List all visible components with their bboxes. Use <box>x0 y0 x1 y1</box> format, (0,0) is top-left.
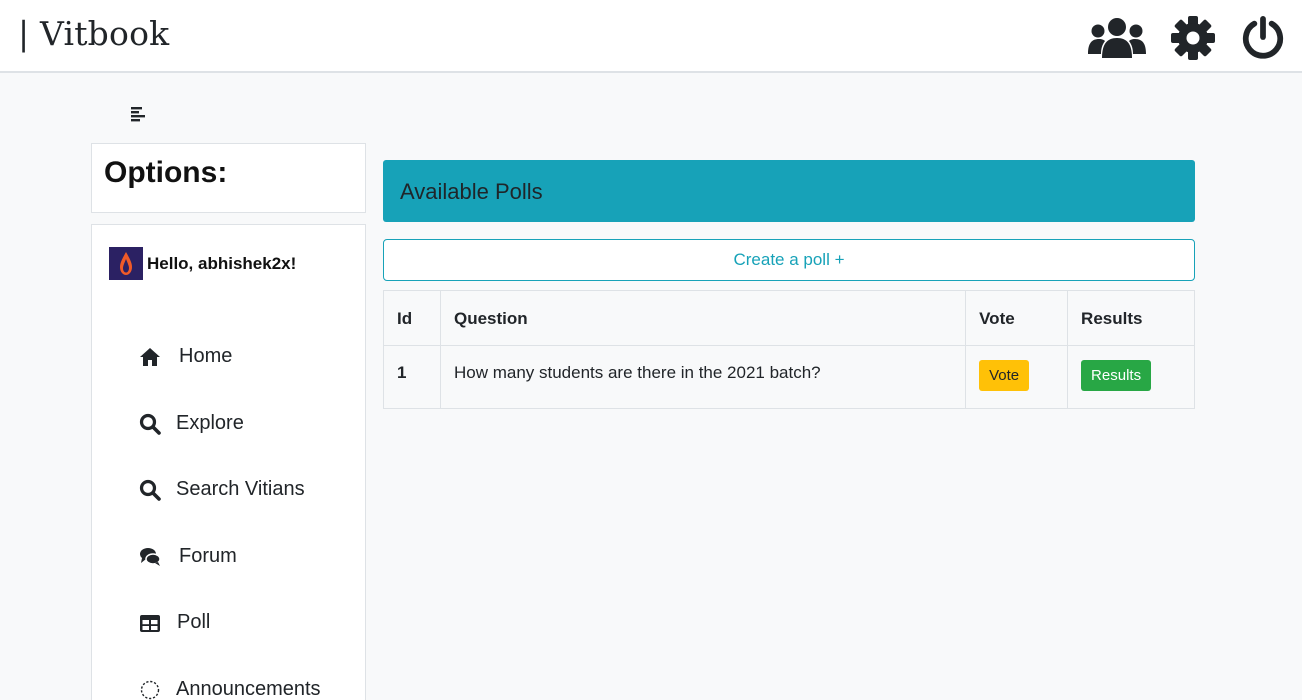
column-header-vote: Vote <box>965 290 1069 346</box>
vote-cell: Vote <box>965 345 1069 409</box>
align-left-icon[interactable] <box>130 106 148 122</box>
top-navbar: | Vitbook <box>0 0 1302 73</box>
options-title: Options: <box>104 156 228 189</box>
poll-question: How many students are there in the 2021 … <box>439 345 967 409</box>
sidebar-item-label: Search Vitians <box>176 478 305 500</box>
greeting-text: Hello, abhishek2x! <box>147 254 297 273</box>
sidebar-item-home[interactable]: Home <box>92 338 365 378</box>
column-header-id: Id <box>383 290 441 346</box>
create-poll-button[interactable]: Create a poll + <box>383 239 1195 281</box>
users-icon[interactable] <box>1088 16 1146 60</box>
poll-id: 1 <box>383 345 441 409</box>
sidebar-item-label: Explore <box>176 412 244 434</box>
sidebar-nav: Home Explore Search Vitians Forum Poll A… <box>91 306 366 700</box>
results-cell: Results <box>1067 345 1195 409</box>
table-icon <box>140 615 160 632</box>
user-panel: Hello, abhishek2x! <box>91 224 366 307</box>
sidebar-item-search-vitians[interactable]: Search Vitians <box>92 471 365 511</box>
sidebar-item-label: Home <box>179 345 233 367</box>
avatar[interactable] <box>109 247 143 280</box>
column-header-results: Results <box>1067 290 1195 346</box>
gear-icon[interactable] <box>1171 16 1215 60</box>
page-title: Available Polls <box>400 179 543 204</box>
search-icon <box>139 413 161 435</box>
vote-button[interactable]: Vote <box>979 360 1030 391</box>
polls-table: Id Question Vote Results 1 How many stud… <box>383 290 1195 409</box>
options-panel: Options: <box>91 143 366 213</box>
brand-logo[interactable]: | Vitbook <box>18 14 169 53</box>
power-icon[interactable] <box>1240 16 1286 60</box>
circle-dashed-icon <box>140 680 160 700</box>
results-button[interactable]: Results <box>1081 360 1152 391</box>
sidebar-item-explore[interactable]: Explore <box>92 405 365 445</box>
comments-icon <box>140 548 161 566</box>
table-row: 1 How many students are there in the 202… <box>383 345 1195 409</box>
search-icon <box>139 479 161 501</box>
sidebar-item-forum[interactable]: Forum <box>92 538 365 578</box>
column-header-question: Question <box>439 290 967 346</box>
table-header-row: Id Question Vote Results <box>383 290 1195 346</box>
sidebar-item-poll[interactable]: Poll <box>92 604 365 644</box>
sidebar-item-label: Announcements <box>176 678 321 700</box>
home-icon <box>140 348 160 366</box>
polls-header: Available Polls <box>383 160 1195 222</box>
sidebar-item-label: Forum <box>179 545 237 567</box>
sidebar-item-label: Poll <box>177 611 211 633</box>
sidebar-item-announcements[interactable]: Announcements <box>92 671 365 700</box>
